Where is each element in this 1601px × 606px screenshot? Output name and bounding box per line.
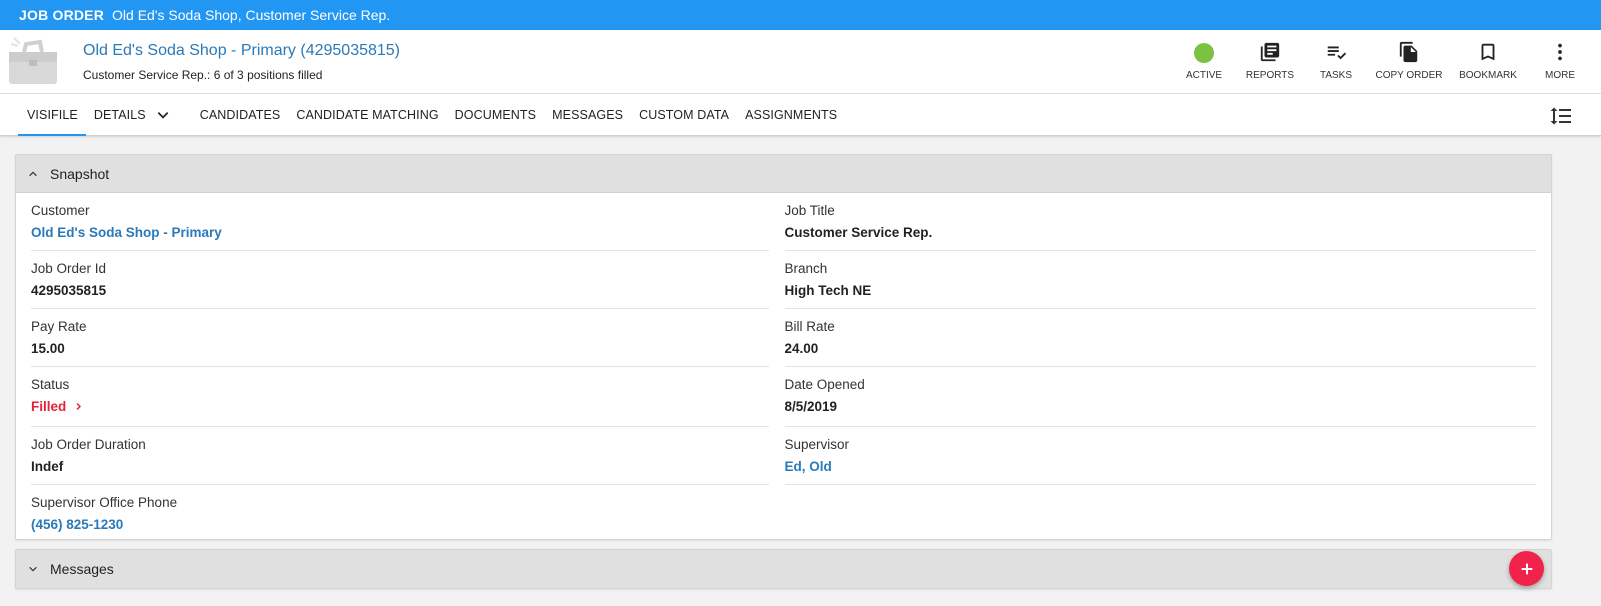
field-value: 15.00 xyxy=(31,341,65,356)
active-status-dot-icon xyxy=(1194,43,1214,63)
reports-label: REPORTS xyxy=(1245,70,1295,81)
snapshot-panel: Snapshot Customer Old Ed's Soda Shop - P… xyxy=(15,154,1552,540)
tab-candidate-matching[interactable]: CANDIDATE MATCHING xyxy=(288,94,446,135)
field-label: Branch xyxy=(784,261,828,276)
tasks-button[interactable]: TASKS xyxy=(1303,40,1369,81)
date-opened-field: Date Opened 8/5/2019 xyxy=(784,367,1536,427)
customer-title-link[interactable]: Old Ed's Soda Shop - Primary (4295035815… xyxy=(83,42,400,60)
job-order-duration-field: Job Order Duration Indef xyxy=(31,427,769,485)
plus-icon xyxy=(1521,563,1532,574)
field-label: Pay Rate xyxy=(31,319,87,334)
active-label: ACTIVE xyxy=(1185,70,1223,81)
supervisor-link[interactable]: Ed, Old xyxy=(785,459,1537,474)
job-order-id-field: Job Order Id 4295035815 xyxy=(31,251,769,309)
bookmark-label: BOOKMARK xyxy=(1459,70,1517,81)
field-label: Status xyxy=(31,377,70,392)
tab-messages[interactable]: MESSAGES xyxy=(544,94,631,135)
header-titles: Old Ed's Soda Shop - Primary (4295035815… xyxy=(83,42,400,82)
chevron-up-icon xyxy=(28,169,40,179)
field-value: 4295035815 xyxy=(31,283,107,298)
field-label: Supervisor Office Phone xyxy=(31,495,178,510)
customer-field: Customer Old Ed's Soda Shop - Primary xyxy=(31,193,769,251)
chevron-down-icon xyxy=(156,108,170,122)
field-label: Job Title xyxy=(784,203,835,218)
briefcase-logo-icon xyxy=(6,34,62,90)
tab-candidates[interactable]: CANDIDATES xyxy=(192,94,289,135)
tab-visifile[interactable]: VISIFILE xyxy=(18,94,86,136)
messages-panel-header[interactable]: Messages xyxy=(16,550,1551,588)
record-title: Old Ed's Soda Shop, Customer Service Rep… xyxy=(112,7,391,23)
top-bar: JOB ORDER Old Ed's Soda Shop, Customer S… xyxy=(0,0,1601,30)
header-actions: ACTIVE REPORTS TASKS COPY ORDER BOOKMARK xyxy=(1171,40,1593,81)
bill-rate-field: Bill Rate 24.00 xyxy=(784,309,1536,367)
field-value: High Tech NE xyxy=(784,283,872,298)
reports-icon xyxy=(1258,40,1282,64)
field-label: Job Order Id xyxy=(31,261,107,276)
bookmark-button[interactable]: BOOKMARK xyxy=(1449,40,1527,81)
status-field: Status Filled xyxy=(31,367,769,427)
tab-assignments[interactable]: ASSIGNMENTS xyxy=(737,94,845,135)
record-type-label: JOB ORDER xyxy=(19,7,105,23)
tasks-label: TASKS xyxy=(1319,70,1353,81)
customer-link[interactable]: Old Ed's Soda Shop - Primary xyxy=(31,225,769,240)
snapshot-right-column: Job Title Customer Service Rep. Branch H… xyxy=(784,193,1552,543)
field-label: Supervisor xyxy=(784,437,850,452)
more-button[interactable]: MORE xyxy=(1527,40,1593,81)
branch-field: Branch High Tech NE xyxy=(784,251,1536,309)
supervisor-field: Supervisor Ed, Old xyxy=(784,427,1537,485)
reports-button[interactable]: REPORTS xyxy=(1237,40,1303,81)
pay-rate-field: Pay Rate 15.00 xyxy=(31,309,769,367)
job-title-field: Job Title Customer Service Rep. xyxy=(784,193,1536,251)
field-value: Customer Service Rep. xyxy=(784,225,933,240)
record-header: Old Ed's Soda Shop - Primary (4295035815… xyxy=(0,30,1601,94)
phone-link[interactable]: (456) 825-1230 xyxy=(31,517,769,532)
snapshot-fields: Customer Old Ed's Soda Shop - Primary Jo… xyxy=(16,193,1551,543)
field-label: Date Opened xyxy=(784,377,865,392)
tab-custom-data[interactable]: CUSTOM DATA xyxy=(631,94,737,135)
field-value: Indef xyxy=(31,459,64,474)
tab-details[interactable]: DETAILS xyxy=(86,94,178,135)
tasks-icon xyxy=(1324,40,1348,64)
add-button[interactable] xyxy=(1509,551,1544,586)
status-value: Filled xyxy=(31,399,67,414)
chevron-down-icon xyxy=(28,564,40,574)
snapshot-title: Snapshot xyxy=(50,165,110,182)
record-tabs: VISIFILE DETAILS CANDIDATES CANDIDATE MA… xyxy=(0,94,1601,136)
field-label: Bill Rate xyxy=(784,319,835,334)
field-value: 8/5/2019 xyxy=(784,399,838,414)
copy-order-label: COPY ORDER xyxy=(1375,70,1443,81)
more-label: MORE xyxy=(1545,70,1575,81)
field-value: 24.00 xyxy=(784,341,819,356)
field-label: Job Order Duration xyxy=(31,437,146,452)
supervisor-office-phone-field: Supervisor Office Phone (456) 825-1230 xyxy=(31,485,769,543)
snapshot-panel-header[interactable]: Snapshot xyxy=(16,155,1551,193)
field-label: Customer xyxy=(31,203,90,218)
chevron-right-icon xyxy=(74,402,83,411)
active-status-button[interactable]: ACTIVE xyxy=(1171,40,1237,81)
line-spacing-icon[interactable] xyxy=(1549,104,1573,128)
tab-documents[interactable]: DOCUMENTS xyxy=(447,94,544,135)
status-link[interactable]: Filled xyxy=(31,399,83,414)
positions-filled-subtitle: Customer Service Rep.: 6 of 3 positions … xyxy=(83,68,323,82)
copy-icon xyxy=(1397,40,1421,64)
tab-details-label: DETAILS xyxy=(93,107,146,122)
messages-panel: Messages xyxy=(15,549,1552,589)
snapshot-left-column: Customer Old Ed's Soda Shop - Primary Jo… xyxy=(16,193,784,543)
messages-title: Messages xyxy=(50,561,114,577)
more-vertical-icon xyxy=(1548,40,1572,64)
copy-order-button[interactable]: COPY ORDER xyxy=(1369,40,1449,81)
bookmark-icon xyxy=(1476,40,1500,64)
